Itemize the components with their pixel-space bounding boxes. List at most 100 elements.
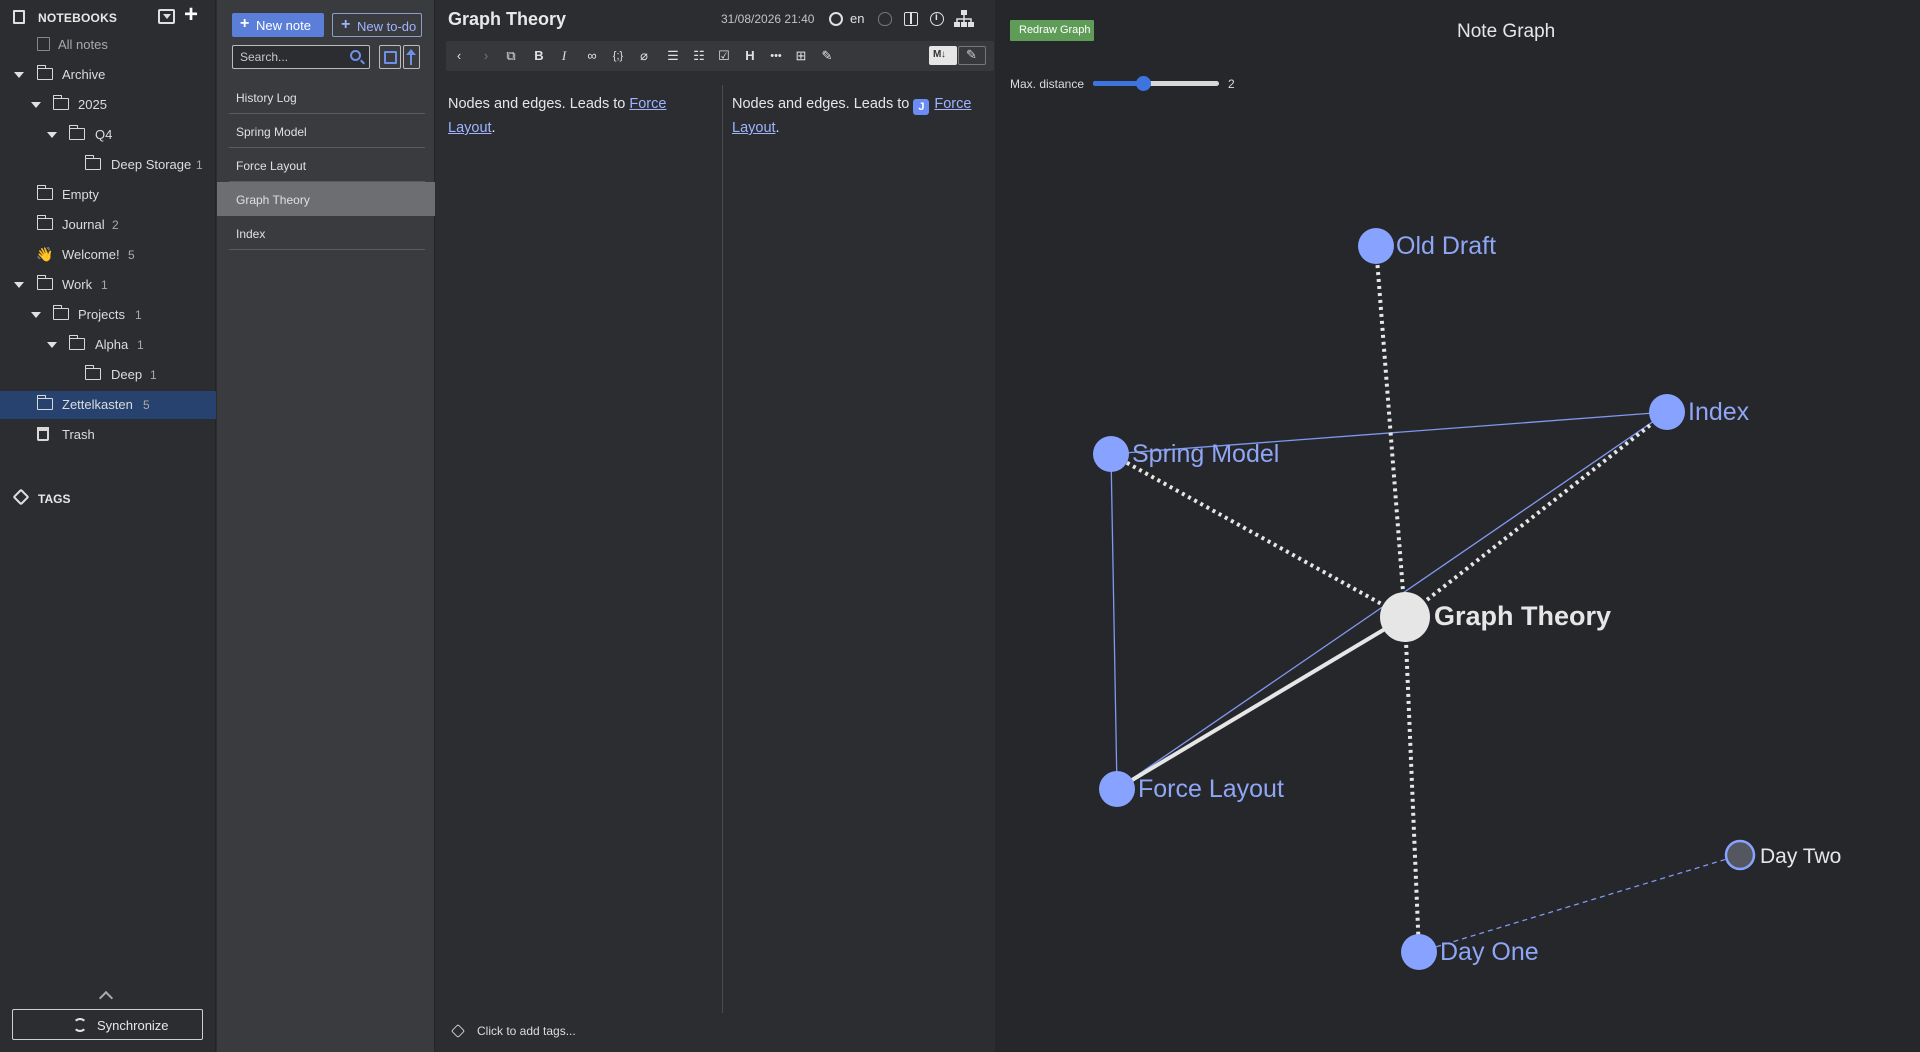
synchronize-label: Synchronize (97, 1018, 169, 1033)
note-graph-panel: Old Draft Index Spring Model Graph Theor… (995, 0, 1920, 1052)
bug-icon[interactable] (878, 12, 892, 26)
markdown-mode-toggle[interactable]: M↓ (929, 46, 957, 65)
new-note-label: New note (256, 18, 311, 33)
sidebar-item-work[interactable]: Work 1 (0, 271, 216, 299)
bold-icon[interactable]: B (530, 47, 548, 65)
chevron-up-icon[interactable] (98, 990, 114, 1006)
note-item-graph-theory[interactable]: Graph Theory (217, 182, 435, 216)
redraw-graph-button[interactable]: Redraw Graph (1010, 20, 1094, 41)
sort-direction-button[interactable] (403, 45, 420, 69)
checklist-icon[interactable]: ☑ (715, 47, 733, 65)
sidebar-item-all-notes[interactable]: All notes (0, 31, 216, 59)
new-note-button[interactable]: + New note (232, 13, 324, 37)
link-icon[interactable]: ∞ (583, 47, 601, 65)
graph-edge (1403, 410, 1669, 619)
graph-edge (1403, 616, 1421, 953)
graph-node-force-layout[interactable] (1099, 771, 1135, 807)
synchronize-button[interactable]: Synchronize (12, 1009, 203, 1040)
sidebar-item-welcome[interactable]: 👋 Welcome! 5 (0, 241, 216, 269)
horizontal-rule-icon[interactable]: ••• (767, 47, 785, 65)
pencil-icon[interactable]: ✎ (818, 47, 836, 65)
search-input[interactable] (233, 46, 343, 68)
graph-node-label: Spring Model (1132, 440, 1279, 468)
sidebar-item-2025[interactable]: 2025 (0, 91, 216, 119)
forward-icon[interactable]: › (477, 47, 495, 65)
toggle-layout-icon[interactable] (904, 12, 918, 26)
expand-caret-icon[interactable] (31, 312, 41, 318)
sidebar-item-journal[interactable]: Journal 2 (0, 211, 216, 239)
note-title: Graph Theory (236, 193, 310, 207)
graph-node-label: Day Two (1760, 845, 1841, 868)
note-item-history-log[interactable]: History Log (217, 80, 435, 114)
sidebar-item-alpha[interactable]: Alpha 1 (0, 331, 216, 359)
back-icon[interactable]: ‹ (450, 47, 468, 65)
body-text-end: . (491, 120, 496, 136)
sort-by-date-button[interactable] (379, 45, 401, 69)
sidebar-item-q4[interactable]: Q4 (0, 121, 216, 149)
expand-caret-icon[interactable] (31, 102, 41, 108)
search-icon[interactable] (350, 50, 361, 61)
info-icon[interactable] (930, 12, 944, 26)
italic-icon[interactable]: I (555, 47, 573, 65)
external-edit-icon[interactable]: ⧉ (502, 47, 520, 65)
new-todo-button[interactable]: + New to-do (332, 13, 422, 37)
sidebar-item-label: Journal (62, 217, 105, 232)
graph-node-old-draft[interactable] (1358, 228, 1394, 264)
folder-icon (36, 395, 53, 410)
sidebar-item-label: Deep (111, 367, 143, 382)
graph-node-label: Graph Theory (1434, 601, 1611, 631)
note-graph-icon[interactable] (954, 10, 974, 28)
attachment-icon[interactable]: ⌀ (635, 47, 653, 65)
markdown-editor-pane[interactable]: Nodes and edges. Leads to Force Layout. (448, 92, 713, 140)
pane-divider[interactable] (722, 85, 723, 1013)
graph-node-index[interactable] (1649, 394, 1685, 430)
sidebar-item-zettelkasten[interactable]: Zettelkasten 5 (0, 391, 216, 419)
sidebar-item-archive[interactable]: Archive (0, 61, 216, 89)
sort-notebooks-button[interactable] (158, 9, 175, 24)
note-title-field[interactable]: Graph Theory (448, 9, 566, 30)
sidebar-item-label: Projects (78, 307, 125, 322)
sidebar-item-label: All notes (58, 37, 108, 52)
graph-node-day-two[interactable] (1724, 839, 1756, 871)
sidebar-item-deep[interactable]: Deep 1 (0, 361, 216, 389)
sidebar-item-empty[interactable]: Empty (0, 181, 216, 209)
code-icon[interactable]: {;} (609, 47, 627, 65)
sidebar-item-projects[interactable]: Projects 1 (0, 301, 216, 329)
add-notebook-button[interactable]: + (180, 3, 202, 27)
sidebar: NOTEBOOKS + All notes Archive 2025 Q4 De… (0, 0, 216, 1052)
all-notes-icon (37, 37, 50, 51)
tag-icon (450, 1023, 466, 1039)
graph-node-day-one[interactable] (1401, 934, 1437, 970)
expand-caret-icon[interactable] (14, 282, 24, 288)
expand-caret-icon[interactable] (14, 72, 24, 78)
note-date[interactable]: 31/08/2026 21:40 (721, 12, 814, 26)
note-count: 5 (143, 398, 150, 412)
rich-text-mode-toggle[interactable] (958, 46, 986, 65)
folder-icon (52, 305, 69, 320)
numbered-list-icon[interactable]: ☷ (690, 47, 708, 65)
expand-caret-icon[interactable] (47, 342, 57, 348)
max-distance-slider[interactable] (1093, 76, 1219, 91)
sidebar-item-trash[interactable]: Trash (0, 421, 216, 449)
insert-datetime-icon[interactable]: ⊞ (792, 47, 810, 65)
folder-icon (52, 95, 69, 110)
note-title: Force Layout (236, 159, 307, 173)
note-item-index[interactable]: Index (217, 216, 435, 250)
bulleted-list-icon[interactable]: ☰ (664, 47, 682, 65)
body-text: Nodes and edges. Leads to (448, 96, 630, 112)
heading-icon[interactable]: H (741, 47, 759, 65)
sidebar-item-deep-storage[interactable]: Deep Storage 1 (0, 151, 216, 179)
note-item-force-layout[interactable]: Force Layout (217, 148, 435, 182)
graph-node-spring-model[interactable] (1093, 436, 1129, 472)
slider-thumb[interactable] (1136, 76, 1151, 91)
spellcheck-language[interactable]: en (850, 11, 864, 26)
sidebar-item-label: Work (62, 277, 93, 292)
tags-header[interactable]: TAGS (0, 488, 216, 512)
graph-title: Note Graph (1457, 21, 1556, 42)
globe-icon[interactable] (829, 12, 843, 26)
graph-canvas[interactable]: Old Draft Index Spring Model Graph Theor… (995, 0, 1920, 1052)
graph-node-graph-theory[interactable] (1380, 592, 1430, 642)
note-item-spring-model[interactable]: Spring Model (217, 114, 435, 148)
graph-node-label: Old Draft (1396, 232, 1496, 260)
expand-caret-icon[interactable] (47, 132, 57, 138)
